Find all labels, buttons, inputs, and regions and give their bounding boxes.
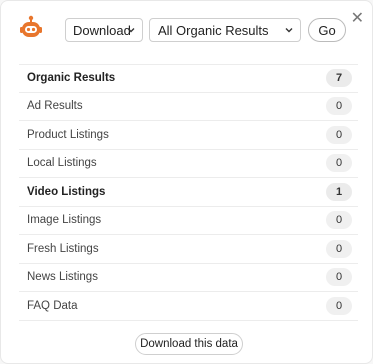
result-count-badge: 0 [326, 97, 352, 116]
result-row-label: Image Listings [27, 214, 102, 227]
download-select[interactable]: Download [65, 18, 143, 42]
result-count-badge: 0 [326, 211, 352, 230]
go-button-label: Go [318, 22, 336, 38]
result-row: Ad Results 0 [19, 93, 358, 121]
result-row-label: Video Listings [27, 185, 106, 198]
result-count-badge: 0 [326, 268, 352, 287]
result-count-badge: 0 [326, 154, 352, 173]
result-row-label: Ad Results [27, 100, 83, 113]
result-count-badge: 1 [326, 182, 352, 201]
result-row: FAQ Data 0 [19, 292, 358, 321]
result-row: Fresh Listings 0 [19, 235, 358, 264]
result-row: News Listings 0 [19, 264, 358, 292]
result-row-label: Organic Results [27, 72, 116, 85]
result-row-label: FAQ Data [27, 299, 78, 312]
result-row: Image Listings 0 [19, 207, 358, 235]
close-icon[interactable]: ✕ [351, 11, 364, 27]
result-counts-list: Organic Results 7 Ad Results 0 Product Listi… [19, 64, 358, 321]
result-row: Organic Results 7 [19, 64, 358, 93]
download-data-button[interactable]: Download this data [135, 333, 243, 355]
result-row: Product Listings 0 [19, 121, 358, 150]
robot-logo-icon [20, 15, 42, 37]
seo-results-panel: Download All Organic Results Go ✕ Organi… [0, 0, 373, 364]
download-data-label: Download this data [140, 338, 238, 350]
result-type-select[interactable]: All Organic Results [149, 18, 301, 42]
result-row-label: Fresh Listings [27, 242, 99, 255]
result-count-badge: 0 [326, 239, 352, 258]
result-count-badge: 7 [326, 69, 352, 88]
chevron-down-icon [127, 28, 135, 33]
toolbar: Download All Organic Results Go ✕ [1, 1, 373, 59]
result-row: Local Listings 0 [19, 150, 358, 178]
result-row-label: Product Listings [27, 128, 109, 141]
go-button[interactable]: Go [308, 18, 346, 42]
result-type-select-label: All Organic Results [158, 22, 269, 38]
result-row-label: Local Listings [27, 157, 97, 170]
result-row-label: News Listings [27, 271, 98, 284]
chevron-down-icon [285, 28, 293, 33]
result-count-badge: 0 [326, 296, 352, 315]
result-row: Video Listings 1 [19, 178, 358, 207]
result-count-badge: 0 [326, 125, 352, 144]
download-select-label: Download [73, 22, 131, 38]
